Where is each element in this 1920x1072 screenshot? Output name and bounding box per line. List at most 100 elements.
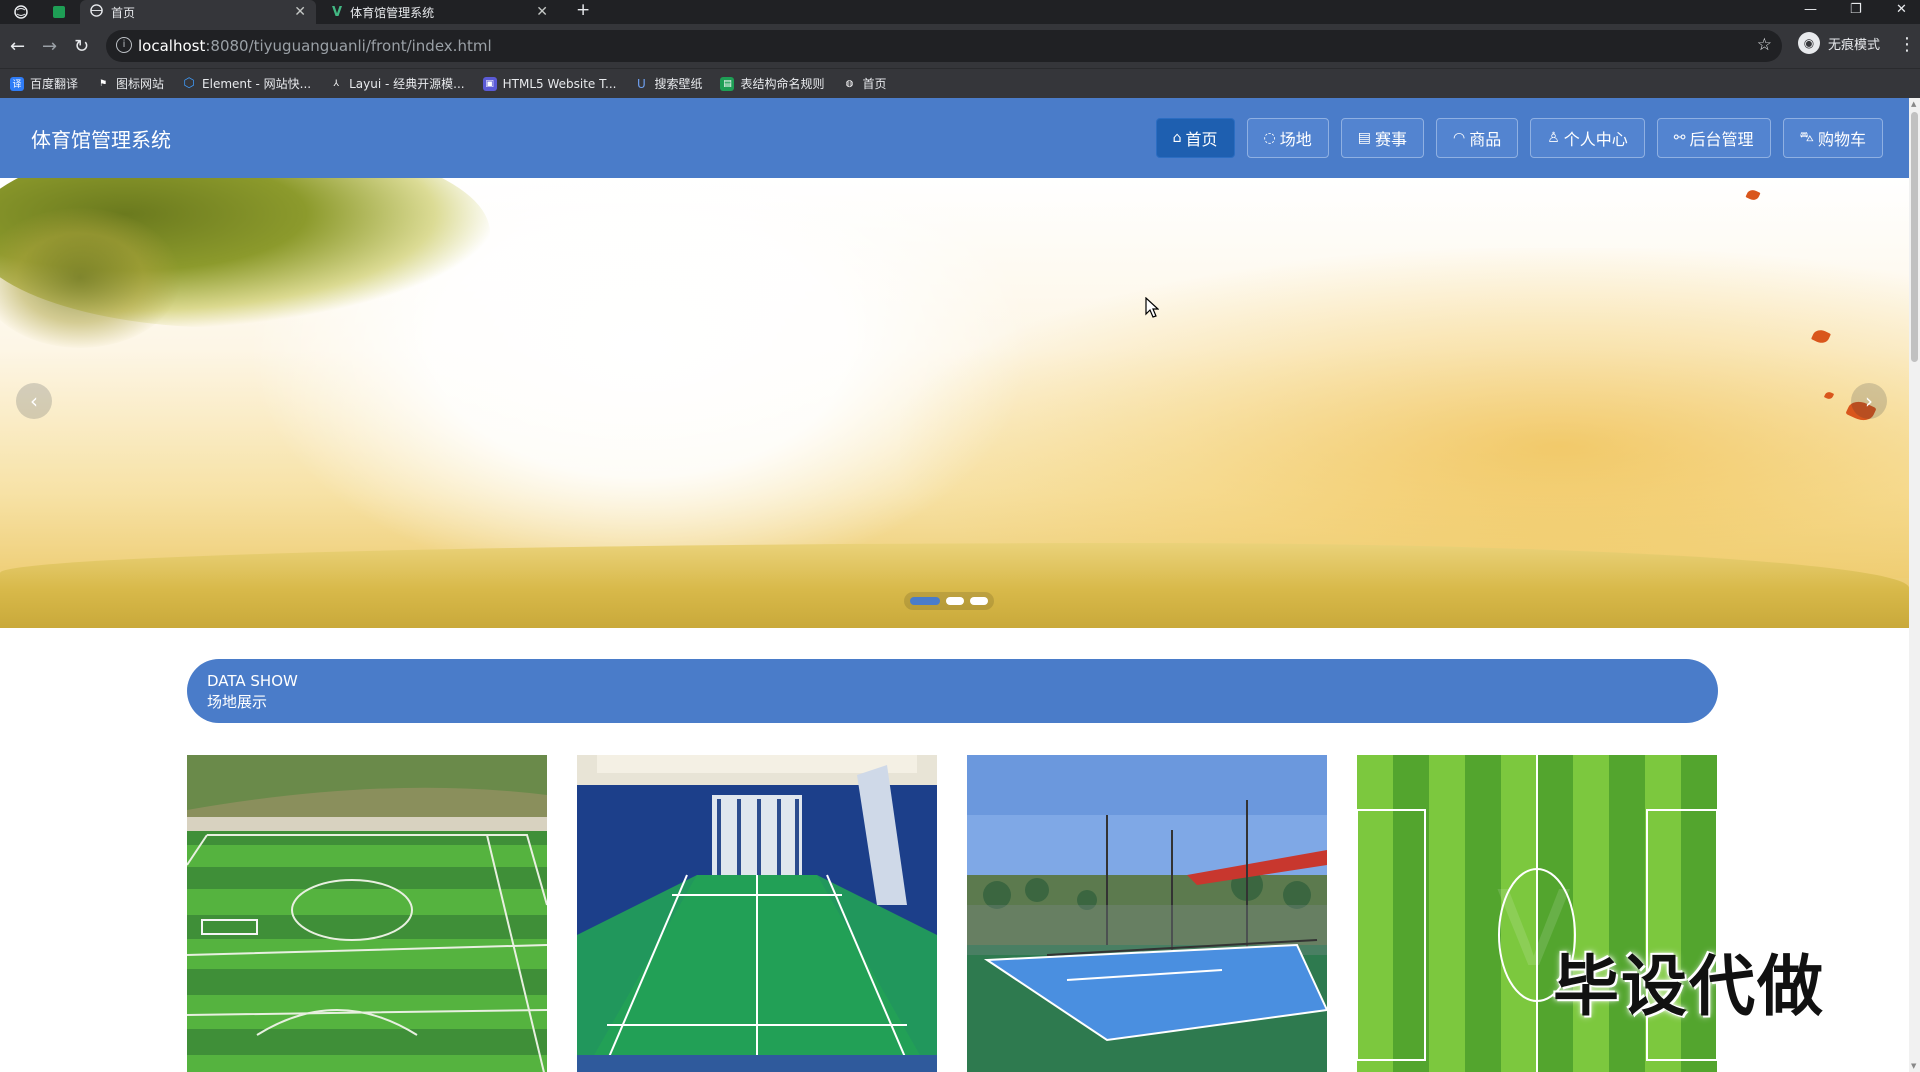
nav-label: 商品 [1469,130,1502,149]
carousel-indicator[interactable] [970,597,988,605]
venue-card-badminton[interactable] [577,755,937,1072]
chevron-left-icon: ‹ [30,389,38,413]
globe-icon [90,4,103,20]
venue-list: V [187,755,1718,1072]
main-nav: ⌂ 首页 ◌ 场地 ▤ 赛事 ◠ 商品 ♙ 个人中心 ⚯ 后台管理 ⛍ 购物车 [1155,118,1883,158]
nav-admin-button[interactable]: ⚯ 后台管理 [1656,118,1771,158]
chrome-globe-icon[interactable] [12,3,30,21]
badminton-court-photo [577,755,937,1072]
pinned-tab-icon[interactable] [50,3,68,21]
bookmark-star-icon[interactable]: ☆ [1757,35,1772,55]
page-viewport: 体育馆管理系统 ⌂ 首页 ◌ 场地 ▤ 赛事 ◠ 商品 ♙ 个人中心 ⚯ 后台管理 ⛍ 购物车… [0,98,1909,1072]
venue-card-tennis[interactable] [967,755,1327,1072]
bookmark-label: 百度翻译 [30,77,79,91]
bookmark-label: 表结构命名规则 [740,77,825,91]
address-bar[interactable]: i localhost:8080/tiyuguanguanli/front/in… [106,30,1782,62]
nav-label: 首页 [1185,130,1218,149]
nav-venue-button[interactable]: ◌ 场地 [1246,118,1329,158]
url-path: :8080/tiyuguanguanli/front/index.html [205,37,492,55]
calendar-icon: ▤ [1357,130,1371,146]
back-icon[interactable]: ← [10,36,25,57]
tab-home[interactable]: 首页 ✕ [80,0,316,24]
incognito-indicator[interactable]: ◉ 无痕模式 [1798,32,1880,54]
site-title: 体育馆管理系统 [31,128,171,152]
close-window-icon[interactable]: ✕ [1896,2,1907,17]
nav-label: 后台管理 [1689,130,1754,149]
mouse-cursor [1145,296,1160,323]
nav-label: 赛事 [1374,130,1407,149]
scroll-up-icon[interactable]: ▲ [1911,100,1916,108]
layui-icon: ⅄ [333,78,339,89]
bookmark-item[interactable]: 译百度翻译 [10,75,78,92]
bookmarks-bar: 译百度翻译 ⚑ 图标网站 ⬡ Element - 网站快... ⅄ Layui - 经… [0,68,1920,98]
incognito-label: 无痕模式 [1828,37,1881,53]
forward-icon[interactable]: → [42,36,57,57]
sheet-icon: ▤ [720,76,735,91]
section-title-en: DATA SHOW [207,672,298,690]
bookmark-label: Layui - 经典开源模... [349,77,465,91]
bookmark-label: 首页 [862,77,887,91]
cart-icon: ⛍ [1799,129,1814,145]
carousel-indicators [904,592,994,610]
bookmark-label: Element - 网站快... [202,77,312,91]
banner-glow [900,248,1909,578]
nav-label: 购物车 [1817,130,1866,149]
tab-title: 体育馆管理系统 [350,5,435,20]
baidu-translate-icon: 译 [10,76,24,91]
browser-menu-icon[interactable]: ⋮ [1898,34,1916,55]
carousel-indicator[interactable] [910,597,940,605]
carousel-next-button[interactable]: › [1851,383,1887,419]
banner-field [0,543,1909,628]
flag-icon: ⚑ [98,78,108,89]
home-icon: ⌂ [1172,130,1182,146]
site-info-icon[interactable]: i [116,37,132,53]
vue-icon: V [332,4,343,20]
minimize-icon[interactable]: — [1804,2,1817,17]
tab-system[interactable]: V 体育馆管理系统 ✕ [322,0,558,24]
carousel-indicator[interactable] [946,597,964,605]
tab-title: 首页 [111,5,136,20]
nav-profile-button[interactable]: ♙ 个人中心 [1530,118,1645,158]
reload-icon[interactable]: ↻ [74,36,89,57]
bookmark-item[interactable]: ⬡ Element - 网站快... [182,75,311,92]
incognito-icon: ◉ [1798,32,1820,54]
carousel-banner: ‹ › [0,178,1909,628]
url-host: localhost [138,37,206,55]
nav-label: 场地 [1279,130,1312,149]
scroll-down-icon[interactable]: ▼ [1911,1062,1916,1070]
close-tab-icon[interactable]: ✕ [536,4,548,20]
venue-card-football[interactable] [187,755,547,1072]
nav-cart-button[interactable]: ⛍ 购物车 [1782,118,1883,158]
close-tab-icon[interactable]: ✕ [294,4,306,20]
restore-icon[interactable]: ❐ [1850,2,1862,17]
bookmark-label: HTML5 Website T... [502,76,617,91]
tennis-court-photo [967,755,1327,1072]
link-icon: ⚯ [1673,130,1686,146]
bookmark-item[interactable]: ⚑ 图标网站 [96,75,164,92]
chevron-right-icon: › [1865,389,1873,413]
nav-events-button[interactable]: ▤ 赛事 [1340,118,1424,158]
bookmark-item[interactable]: ◍ 首页 [842,75,887,92]
browser-tab-bar: 首页 ✕ V 体育馆管理系统 ✕ + — ❐ ✕ [0,0,1920,24]
carousel-prev-button[interactable]: ‹ [16,383,52,419]
football-field-photo [187,755,547,1072]
bookmark-item[interactable]: ▣ HTML5 Website T... [482,76,617,91]
globe-icon: ◍ [845,78,854,89]
user-icon: ♙ [1547,130,1560,146]
section-header: DATA SHOW 场地展示 [187,659,1718,723]
nav-home-button[interactable]: ⌂ 首页 [1155,118,1235,158]
bookmark-item[interactable]: ⅄ Layui - 经典开源模... [329,75,464,92]
goods-icon: ◠ [1452,130,1466,146]
element-icon: ⬡ [183,76,195,91]
watermark-text: 毕设代做 [1553,948,1825,1025]
bookmark-item[interactable]: U 搜索壁纸 [634,75,702,92]
wallpaper-icon: U [637,76,646,91]
section-title-cn: 场地展示 [207,693,268,711]
new-tab-button[interactable]: + [576,0,590,20]
nav-goods-button[interactable]: ◠ 商品 [1435,118,1519,158]
scrollbar-thumb[interactable] [1911,112,1918,362]
venue-icon: ◌ [1263,130,1276,146]
leaf-decoration [1745,187,1761,203]
page-scrollbar[interactable]: ▲ ▼ [1909,98,1920,1072]
bookmark-item[interactable]: ▤ 表结构命名规则 [720,75,824,92]
